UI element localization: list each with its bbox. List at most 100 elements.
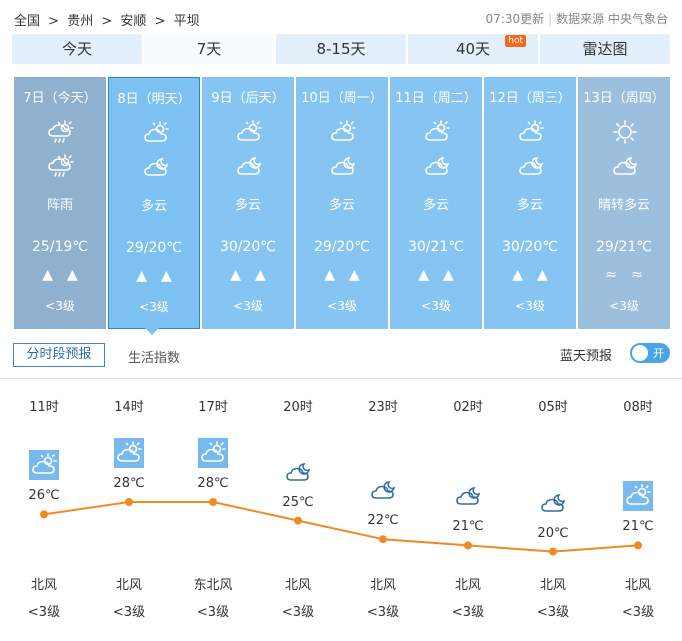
day-card[interactable]: 10日（周一） 多云 29/20℃ ▲▲ <3级 bbox=[296, 77, 388, 329]
partly-cloudy-night-icon bbox=[235, 153, 263, 179]
hour-time: 08时 bbox=[623, 400, 653, 415]
day-weather: 多云 bbox=[422, 198, 449, 213]
wind-direction-icon: ▲▲ bbox=[136, 268, 186, 284]
partly-cloudy-night-icon bbox=[611, 153, 639, 179]
partly-cloudy-night-icon bbox=[283, 457, 313, 487]
day-card[interactable]: 13日（周四） 晴转多云 29/21℃ ≈≈ <3级 bbox=[578, 77, 670, 329]
wind-level: <3级 bbox=[515, 299, 545, 313]
day-weather: 多云 bbox=[234, 198, 261, 213]
hour-temperature: 26℃ bbox=[28, 488, 60, 504]
toggle-state: 开 bbox=[653, 347, 664, 360]
hour-wind-level: <3级 bbox=[112, 605, 146, 620]
day-card[interactable]: 11日（周二） 多云 30/21℃ ▲▲ <3级 bbox=[390, 77, 482, 329]
hour-wind-level: <3级 bbox=[366, 605, 400, 620]
selected-pointer bbox=[145, 328, 159, 335]
hour-time: 05时 bbox=[538, 400, 568, 415]
hour-temperature: 25℃ bbox=[282, 494, 314, 510]
hot-badge: hot bbox=[505, 35, 526, 47]
partly-cloudy-day-icon bbox=[517, 119, 545, 145]
tab-life-index[interactable]: 生活指数 bbox=[128, 347, 180, 366]
wind-level: <3级 bbox=[233, 299, 263, 313]
temperature-point bbox=[294, 516, 302, 525]
divider bbox=[0, 378, 682, 379]
hour-wind-direction: 北风 bbox=[624, 578, 651, 593]
hour-time: 23时 bbox=[368, 400, 398, 415]
day-card[interactable]: 12日（周三） 多云 30/20℃ ▲▲ <3级 bbox=[484, 77, 576, 329]
blue-sky-toggle[interactable]: 开 bbox=[630, 343, 670, 363]
wind-direction-icon: ≈≈ bbox=[605, 267, 657, 283]
partly-cloudy-night-icon bbox=[329, 153, 357, 179]
cloud-rain-icon bbox=[47, 153, 75, 179]
blue-sky-forecast-label: 蓝天预报 bbox=[559, 349, 612, 364]
breadcrumb-sep: > bbox=[48, 14, 60, 29]
hour-time: 20时 bbox=[283, 400, 313, 415]
hour-time: 02时 bbox=[453, 400, 483, 415]
day-card[interactable]: 7日（今天） 阵雨 25/19℃ ▲▲ <3级 bbox=[14, 77, 106, 329]
day-weather: 晴转多云 bbox=[597, 198, 650, 213]
data-source: 数据来源 中央气象台 bbox=[556, 12, 668, 26]
hour-temperature: 21℃ bbox=[452, 519, 484, 535]
breadcrumb-city[interactable]: 安顺 bbox=[120, 14, 146, 29]
partly-cloudy-night-icon bbox=[538, 488, 568, 518]
partly-cloudy-night-icon bbox=[368, 475, 398, 505]
day-card[interactable]: 8日（明天） 多云 29/20℃ ▲▲ <3级 bbox=[108, 77, 200, 329]
hour-wind-level: <3级 bbox=[281, 605, 315, 620]
hour-wind-direction: 东北风 bbox=[193, 578, 233, 593]
update-time: 07:30更新 bbox=[485, 12, 545, 26]
daily-forecast: 7日（今天） 阵雨 25/19℃ ▲▲ <3级 8日（明天） 多云 29/20℃ ▲▲ <3级 9日… bbox=[14, 77, 670, 329]
wind-direction-icon: ▲▲ bbox=[512, 267, 562, 283]
hourly-forecast: 11时 26℃ 北风 <3级 14时 28℃ 北风 <3级 17时 28℃ 东北风 <3级 20时 25℃… bbox=[0, 380, 682, 640]
breadcrumb-country[interactable]: 全国 bbox=[14, 14, 40, 29]
tab-40-days-label: 40天 bbox=[455, 40, 491, 58]
day-date: 11日（周二） bbox=[395, 91, 477, 106]
wind-direction-icon: ▲▲ bbox=[324, 267, 374, 283]
hour-time: 11时 bbox=[29, 400, 59, 415]
wind-level: <3级 bbox=[327, 299, 357, 313]
partly-cloudy-night-icon bbox=[423, 153, 451, 179]
tab-7-days[interactable]: 7天 bbox=[144, 34, 274, 64]
day-temperature: 29/20℃ bbox=[313, 239, 371, 255]
tab-today[interactable]: 今天 bbox=[12, 34, 142, 64]
forecast-tabs: 今天 7天 8-15天 40天 hot 雷达图 bbox=[12, 34, 670, 64]
cloud-rain-icon bbox=[47, 119, 75, 145]
day-weather: 多云 bbox=[140, 199, 167, 214]
day-temperature: 29/20℃ bbox=[125, 240, 183, 256]
temperature-point bbox=[40, 510, 48, 519]
hour-wind-direction: 北风 bbox=[30, 578, 57, 593]
partly-cloudy-day-icon bbox=[235, 119, 263, 145]
sun-icon bbox=[611, 119, 639, 145]
day-date: 10日（周一） bbox=[301, 91, 383, 106]
tab-40-days[interactable]: 40天 hot bbox=[408, 34, 538, 64]
day-temperature: 30/20℃ bbox=[219, 239, 277, 255]
hour-wind-level: <3级 bbox=[536, 605, 570, 620]
hour-temperature: 22℃ bbox=[367, 513, 399, 529]
hour-wind-direction: 北风 bbox=[539, 578, 566, 593]
tab-radar[interactable]: 雷达图 bbox=[540, 34, 670, 64]
wind-level: <3级 bbox=[609, 299, 639, 313]
tab-hourly-forecast[interactable]: 分时段预报 bbox=[13, 343, 105, 367]
day-temperature: 29/21℃ bbox=[595, 239, 653, 255]
day-weather: 多云 bbox=[516, 198, 543, 213]
wind-level: <3级 bbox=[139, 300, 169, 314]
toggle-knob bbox=[632, 345, 648, 361]
hour-wind-direction: 北风 bbox=[454, 578, 481, 593]
hour-temperature: 28℃ bbox=[197, 476, 229, 491]
hour-time: 14时 bbox=[114, 400, 144, 415]
partly-cloudy-night-icon bbox=[453, 481, 483, 511]
day-temperature: 30/20℃ bbox=[501, 239, 559, 255]
temperature-point bbox=[464, 541, 472, 550]
hour-wind-level: <3级 bbox=[196, 605, 230, 620]
wind-direction-icon: ▲▲ bbox=[230, 267, 280, 283]
wind-direction-icon: ▲▲ bbox=[418, 267, 468, 283]
day-card[interactable]: 9日（后天） 多云 30/20℃ ▲▲ <3级 bbox=[202, 77, 294, 329]
breadcrumb: 全国 > 贵州 > 安顺 > 平坝 bbox=[14, 10, 204, 29]
breadcrumb-province[interactable]: 贵州 bbox=[67, 14, 93, 29]
day-date: 9日（后天） bbox=[211, 91, 285, 106]
update-info: 07:30更新 | 数据来源 中央气象台 bbox=[486, 10, 668, 27]
temperature-point bbox=[379, 535, 387, 544]
partly-cloudy-day-icon bbox=[29, 450, 59, 481]
tab-8-15-days[interactable]: 8-15天 bbox=[276, 34, 406, 64]
partly-cloudy-day-icon bbox=[329, 119, 357, 145]
partly-cloudy-day-icon bbox=[114, 438, 144, 468]
partly-cloudy-day-icon bbox=[198, 438, 228, 468]
